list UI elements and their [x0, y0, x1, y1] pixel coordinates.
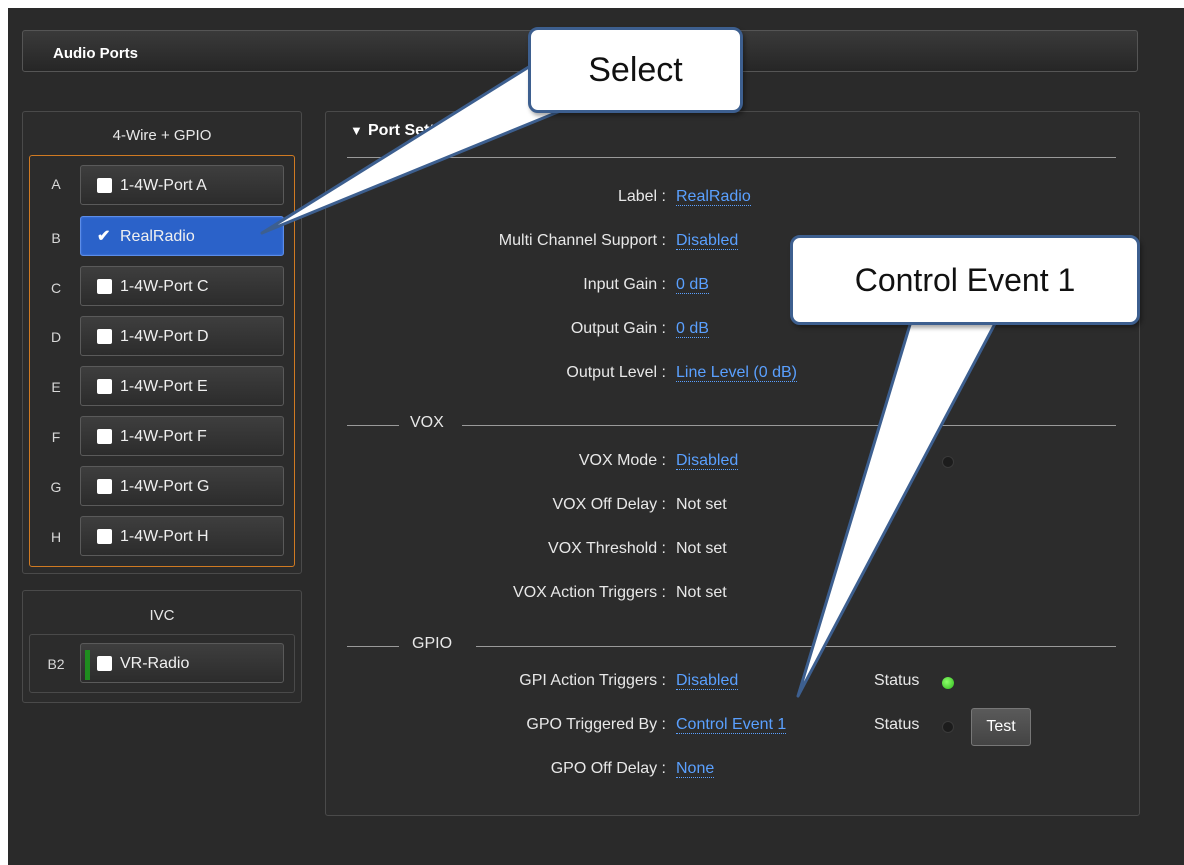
control-event-callout: Control Event 1	[790, 235, 1140, 325]
select-callout: Select	[528, 27, 743, 113]
callout-pointers	[260, 58, 1000, 698]
control-event-callout-pointer	[796, 316, 1000, 698]
